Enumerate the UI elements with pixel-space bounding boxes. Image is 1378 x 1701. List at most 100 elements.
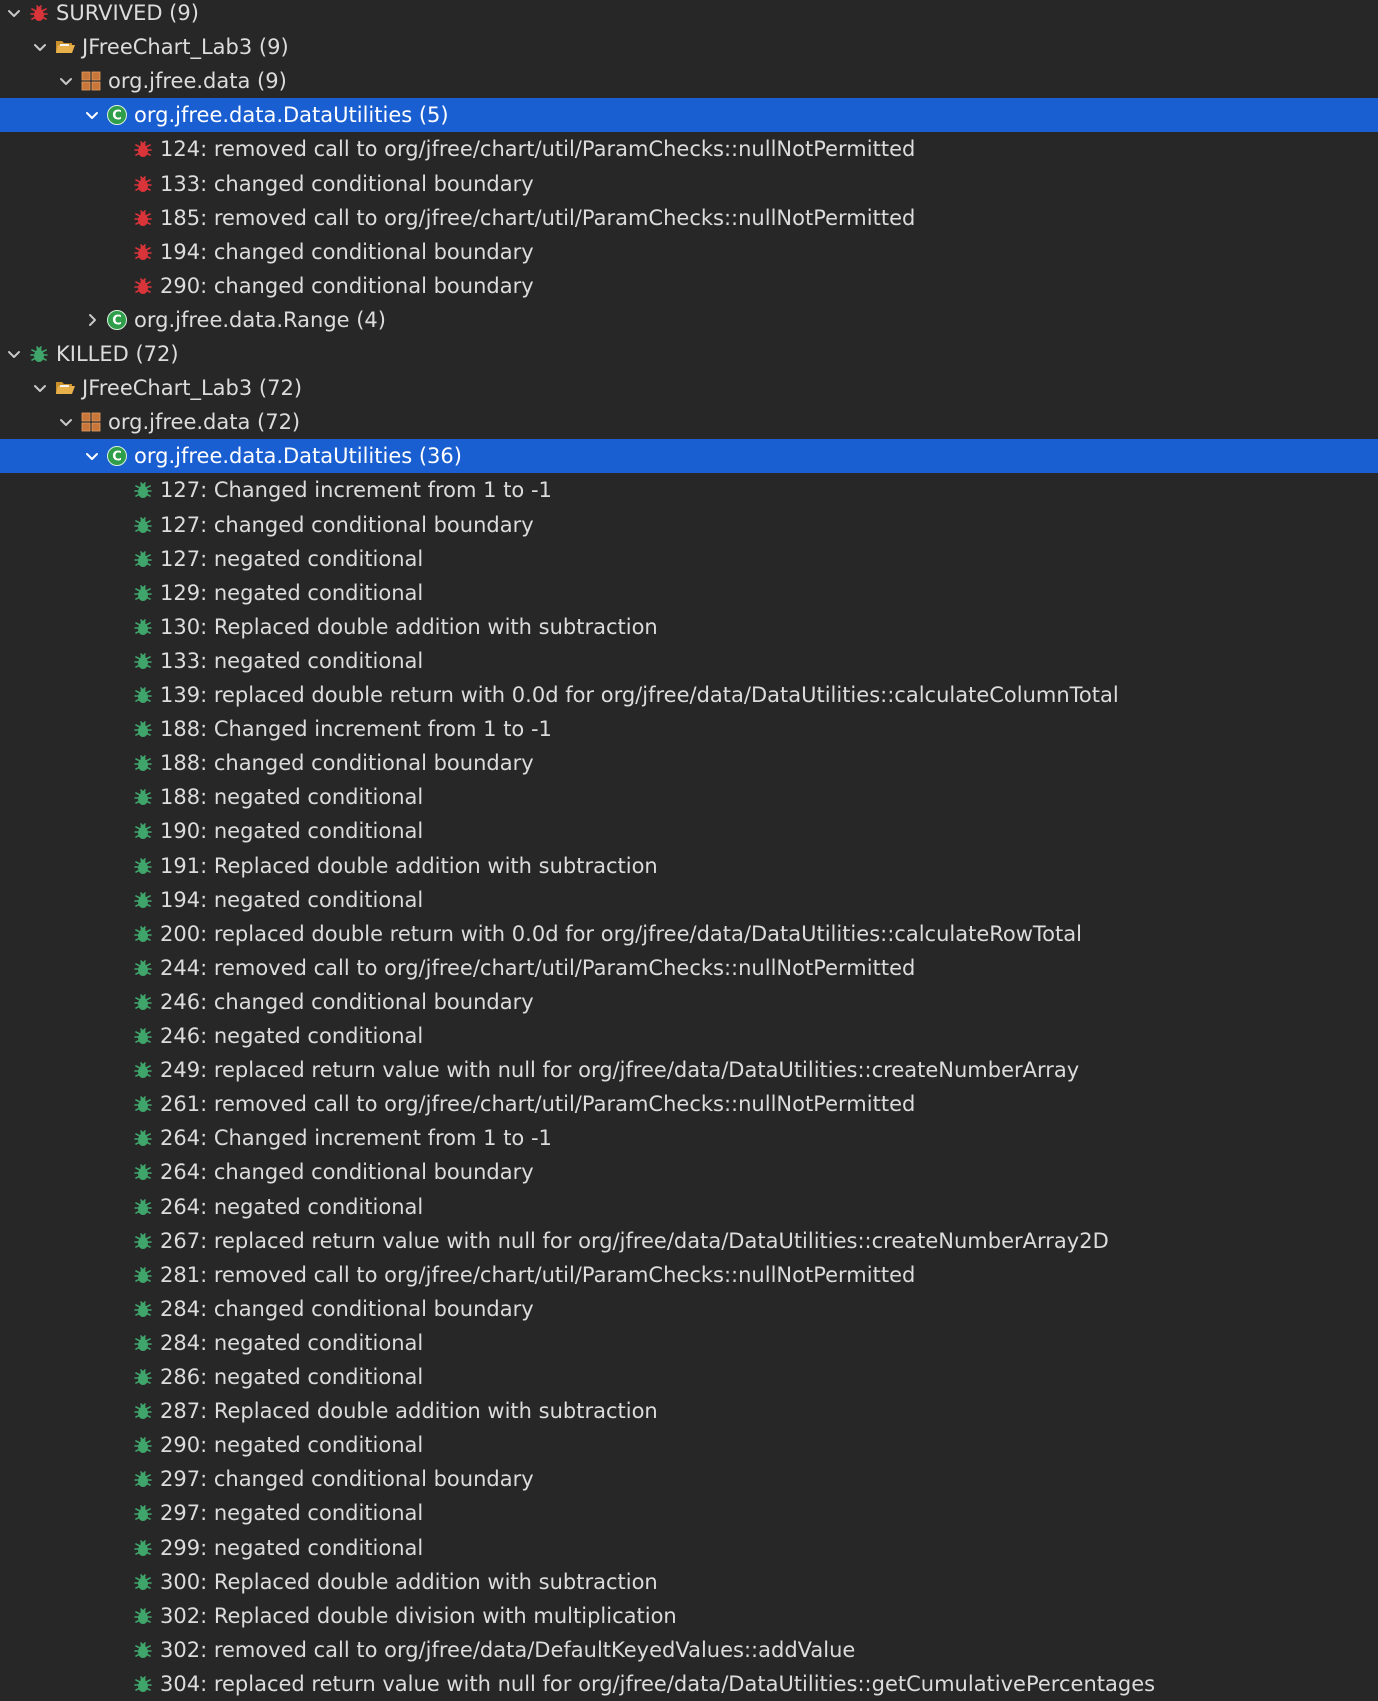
tree-item-survived-mutation[interactable]: 124: removed call to org/jfree/chart/uti… <box>0 132 1378 166</box>
tree-row-label: JFreeChart_Lab3 (72) <box>82 376 303 401</box>
tree-item-survived-mutation[interactable]: 290: changed conditional boundary <box>0 269 1378 303</box>
tree-row-label: 302: Replaced double division with multi… <box>160 1603 677 1628</box>
killed-bug-icon <box>132 1639 154 1661</box>
killed-bug-icon <box>132 1502 154 1524</box>
chevron-down-icon[interactable] <box>26 371 54 405</box>
killed-bug-icon <box>132 1298 154 1320</box>
tree-item-killed-mutation[interactable]: 261: removed call to org/jfree/chart/uti… <box>0 1087 1378 1121</box>
chevron-down-icon[interactable] <box>0 337 28 371</box>
tree-item-killed-mutation[interactable]: 200: replaced double return with 0.0d fo… <box>0 917 1378 951</box>
killed-bug-icon <box>132 1264 154 1286</box>
class-icon: C <box>106 309 128 331</box>
tree-node-package[interactable]: org.jfree.data (72) <box>0 405 1378 439</box>
chevron-down-icon[interactable] <box>26 30 54 64</box>
tree-row-label: 264: negated conditional <box>160 1194 424 1219</box>
tree-row-label: 290: changed conditional boundary <box>160 273 534 298</box>
tree-item-killed-mutation[interactable]: 249: replaced return value with null for… <box>0 1053 1378 1087</box>
chevron-down-icon[interactable] <box>52 64 80 98</box>
tree-item-killed-mutation[interactable]: 264: Changed increment from 1 to -1 <box>0 1121 1378 1155</box>
tree-item-killed-mutation[interactable]: 300: Replaced double addition with subtr… <box>0 1565 1378 1599</box>
tree-item-killed-mutation[interactable]: 284: changed conditional boundary <box>0 1292 1378 1326</box>
killed-bug-icon <box>132 1434 154 1456</box>
tree-item-killed-mutation[interactable]: 188: Changed increment from 1 to -1 <box>0 712 1378 746</box>
tree-item-killed-mutation[interactable]: 127: changed conditional boundary <box>0 508 1378 542</box>
survived-bug-icon <box>132 138 154 160</box>
chevron-down-icon[interactable] <box>78 439 106 473</box>
tree-row-label: 281: removed call to org/jfree/chart/uti… <box>160 1262 916 1287</box>
tree-row-label: 139: replaced double return with 0.0d fo… <box>160 683 1119 707</box>
tree-row-label: 261: removed call to org/jfree/chart/uti… <box>160 1092 916 1117</box>
tree-item-survived-mutation[interactable]: 133: changed conditional boundary <box>0 167 1378 201</box>
tree-node-class[interactable]: Corg.jfree.data.Range (4) <box>0 303 1378 337</box>
killed-bug-icon <box>132 1366 154 1388</box>
svg-text:C: C <box>112 450 122 465</box>
tree-node-package[interactable]: org.jfree.data (9) <box>0 64 1378 98</box>
tree-row-label: KILLED (72) <box>56 342 179 366</box>
tree-item-killed-mutation[interactable]: 133: negated conditional <box>0 644 1378 678</box>
tree-node-class[interactable]: Corg.jfree.data.DataUtilities (36) <box>0 439 1378 474</box>
tree-item-killed-mutation[interactable]: 127: negated conditional <box>0 542 1378 576</box>
killed-bug-icon <box>132 855 154 877</box>
tree-item-killed-mutation[interactable]: 297: negated conditional <box>0 1496 1378 1530</box>
tree-item-killed-mutation[interactable]: 194: negated conditional <box>0 883 1378 917</box>
tree-category-survived[interactable]: SURVIVED (9) <box>0 0 1378 30</box>
chevron-down-icon[interactable] <box>52 405 80 439</box>
tree-item-killed-mutation[interactable]: 267: replaced return value with null for… <box>0 1224 1378 1258</box>
tree-item-killed-mutation[interactable]: 284: negated conditional <box>0 1326 1378 1360</box>
tree-node-project[interactable]: JFreeChart_Lab3 (9) <box>0 30 1378 64</box>
tree-item-killed-mutation[interactable]: 281: removed call to org/jfree/chart/uti… <box>0 1258 1378 1292</box>
tree-item-killed-mutation[interactable]: 287: Replaced double addition with subtr… <box>0 1394 1378 1428</box>
tree-item-killed-mutation[interactable]: 302: Replaced double division with multi… <box>0 1599 1378 1633</box>
package-icon <box>80 70 102 92</box>
tree-item-killed-mutation[interactable]: 127: Changed increment from 1 to -1 <box>0 473 1378 507</box>
open-folder-icon <box>54 377 76 399</box>
survived-bug-icon <box>28 2 50 24</box>
tree-item-killed-mutation[interactable]: 264: changed conditional boundary <box>0 1155 1378 1189</box>
tree-row-label: 129: negated conditional <box>160 580 424 605</box>
killed-bug-icon <box>132 1468 154 1490</box>
tree-row-label: 284: changed conditional boundary <box>160 1296 534 1321</box>
tree-item-killed-mutation[interactable]: 286: negated conditional <box>0 1360 1378 1394</box>
killed-bug-icon <box>132 1571 154 1593</box>
tree-category-killed[interactable]: KILLED (72) <box>0 337 1378 371</box>
chevron-down-icon[interactable] <box>0 0 28 30</box>
tree-item-killed-mutation[interactable]: 129: negated conditional <box>0 576 1378 610</box>
tree-row-label: 300: Replaced double addition with subtr… <box>160 1569 658 1594</box>
tree-row-label: 130: Replaced double addition with subtr… <box>160 614 658 639</box>
class-icon: C <box>106 104 128 126</box>
tree-item-killed-mutation[interactable]: 190: negated conditional <box>0 814 1378 848</box>
killed-bug-icon <box>132 684 154 706</box>
tree-item-survived-mutation[interactable]: 194: changed conditional boundary <box>0 235 1378 269</box>
survived-bug-icon <box>132 241 154 263</box>
chevron-down-icon[interactable] <box>78 98 106 132</box>
tree-row-label: org.jfree.data.DataUtilities (5) <box>134 103 449 128</box>
chevron-right-icon[interactable] <box>78 303 106 337</box>
tree-row-label: 127: negated conditional <box>160 546 424 571</box>
tree-node-project[interactable]: JFreeChart_Lab3 (72) <box>0 371 1378 405</box>
tree-item-killed-mutation[interactable]: 302: removed call to org/jfree/data/Defa… <box>0 1633 1378 1667</box>
tree-item-killed-mutation[interactable]: 264: negated conditional <box>0 1190 1378 1224</box>
tree-node-class[interactable]: Corg.jfree.data.DataUtilities (5) <box>0 98 1378 133</box>
tree-item-killed-mutation[interactable]: 188: changed conditional boundary <box>0 746 1378 780</box>
tree-item-killed-mutation[interactable]: 191: Replaced double addition with subtr… <box>0 849 1378 883</box>
tree-item-killed-mutation[interactable]: 246: negated conditional <box>0 1019 1378 1053</box>
killed-bug-icon <box>132 1059 154 1081</box>
killed-bug-icon <box>132 820 154 842</box>
tree-item-killed-mutation[interactable]: 244: removed call to org/jfree/chart/uti… <box>0 951 1378 985</box>
tree-row-label: 297: changed conditional boundary <box>160 1467 534 1492</box>
tree-item-killed-mutation[interactable]: 130: Replaced double addition with subtr… <box>0 610 1378 644</box>
tree-row-label: 194: changed conditional boundary <box>160 239 534 264</box>
tree-row-label: org.jfree.data.Range (4) <box>134 307 386 332</box>
tree-item-survived-mutation[interactable]: 185: removed call to org/jfree/chart/uti… <box>0 201 1378 235</box>
killed-bug-icon <box>132 1093 154 1115</box>
tree-row-label: 264: changed conditional boundary <box>160 1160 534 1185</box>
tree-item-killed-mutation[interactable]: 139: replaced double return with 0.0d fo… <box>0 678 1378 712</box>
tree-item-killed-mutation[interactable]: 246: changed conditional boundary <box>0 985 1378 1019</box>
class-icon: C <box>106 445 128 467</box>
tree-item-killed-mutation[interactable]: 297: changed conditional boundary <box>0 1462 1378 1496</box>
tree-item-killed-mutation[interactable]: 299: negated conditional <box>0 1531 1378 1565</box>
tree-item-killed-mutation[interactable]: 188: negated conditional <box>0 780 1378 814</box>
tree-row-label: 299: negated conditional <box>160 1535 424 1560</box>
killed-bug-icon <box>132 991 154 1013</box>
tree-item-killed-mutation[interactable]: 290: negated conditional <box>0 1428 1378 1462</box>
